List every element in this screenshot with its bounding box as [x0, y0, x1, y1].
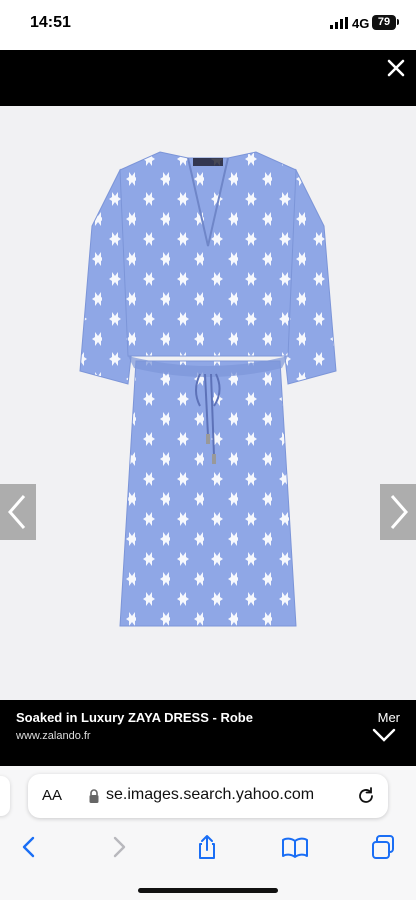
lock-icon [89, 789, 99, 803]
previous-image-button[interactable] [0, 484, 36, 540]
image-viewer-screen: 14:51 4G 79 Soaked in Luxury ZAYA DRESS … [0, 0, 416, 900]
chevron-right-icon [390, 495, 408, 529]
browser-bar: AA se.images.search.yahoo.com [0, 766, 416, 900]
tabs-icon[interactable] [368, 832, 398, 862]
battery-tip [397, 19, 399, 25]
status-time: 14:51 [30, 14, 71, 31]
forward-icon[interactable] [104, 832, 134, 862]
bookmarks-icon[interactable] [280, 832, 310, 862]
next-image-button[interactable] [380, 484, 416, 540]
home-indicator [138, 888, 278, 893]
status-bar: 14:51 4G 79 [0, 0, 416, 50]
back-icon[interactable] [14, 832, 44, 862]
previous-tab-preview[interactable] [0, 776, 10, 816]
viewer-header [0, 50, 416, 106]
address-bar[interactable]: AA se.images.search.yahoo.com [28, 774, 388, 818]
signal-icon [330, 17, 348, 29]
close-icon[interactable] [384, 56, 408, 80]
share-icon[interactable] [192, 832, 222, 862]
battery-icon: 79 [372, 15, 396, 30]
reload-icon[interactable] [356, 786, 376, 806]
dress-image [79, 151, 337, 627]
text-size-button[interactable]: AA [42, 787, 62, 804]
caption-source[interactable]: www.zalando.fr [16, 730, 91, 742]
caption-title[interactable]: Soaked in Luxury ZAYA DRESS - Robe [16, 710, 253, 725]
more-button[interactable]: Mer [378, 710, 400, 725]
image-caption: Soaked in Luxury ZAYA DRESS - Robe www.z… [0, 700, 416, 766]
chevron-left-icon [8, 495, 26, 529]
product-image[interactable] [0, 106, 416, 700]
url-text[interactable]: se.images.search.yahoo.com [106, 786, 314, 804]
chevron-down-icon[interactable] [372, 728, 396, 742]
network-label: 4G [352, 16, 370, 31]
